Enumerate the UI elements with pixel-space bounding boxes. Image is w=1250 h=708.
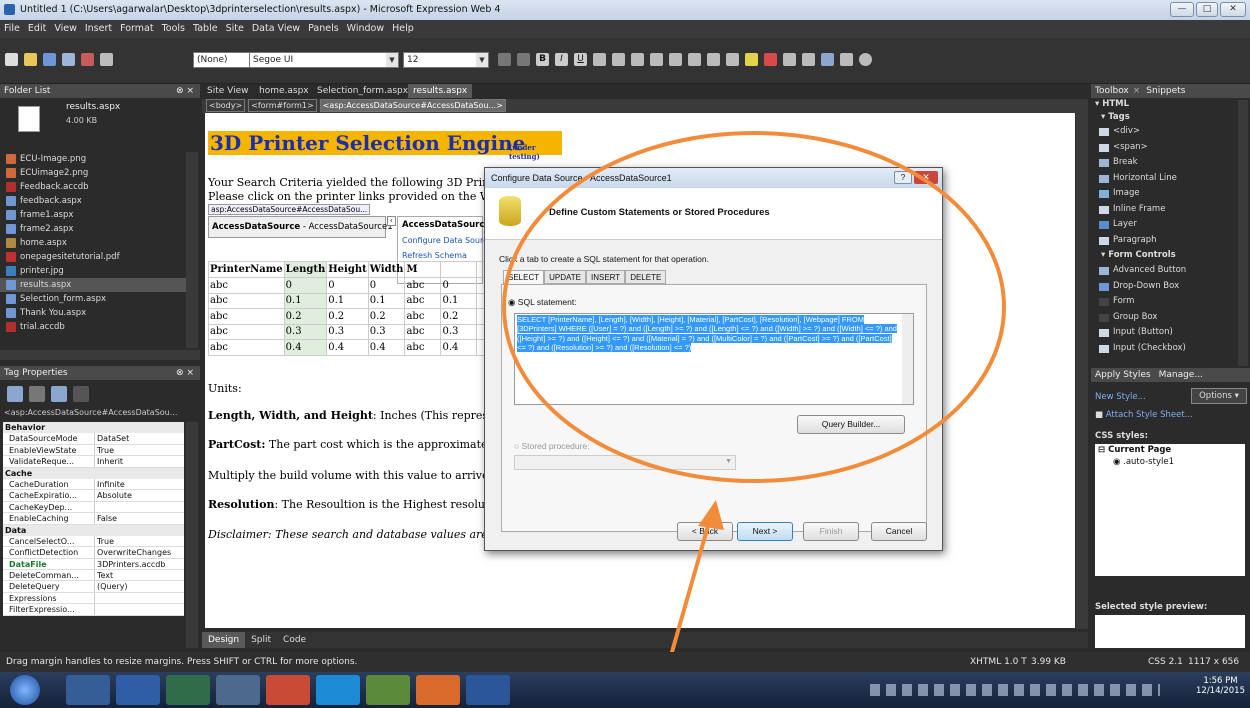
clock[interactable]: 1:56 PM 12/14/2015 [1196, 676, 1245, 696]
system-tray-icons[interactable] [870, 684, 1160, 696]
taskbar-app-1[interactable] [66, 675, 110, 705]
start-button[interactable] [10, 675, 40, 705]
word-icon[interactable] [466, 675, 510, 705]
status-bar: Drag margin handles to resize margins. P… [0, 652, 1250, 672]
annotation-arrow-head [698, 500, 724, 530]
annotation-ellipse [502, 131, 1006, 483]
page-dimensions[interactable]: 1117 x 656 [1188, 652, 1239, 672]
expression-web-task-icon[interactable] [366, 675, 410, 705]
clock-date: 12/14/2015 [1196, 686, 1245, 696]
taskbar-app-3[interactable] [166, 675, 210, 705]
css-level-indicator[interactable]: CSS 2.1 [1148, 652, 1183, 672]
doctype-indicator[interactable]: XHTML 1.0 T [970, 652, 1027, 672]
internet-explorer-icon[interactable] [116, 675, 160, 705]
file-explorer-icon[interactable] [216, 675, 260, 705]
status-message: Drag margin handles to resize margins. P… [6, 657, 358, 667]
windows-taskbar: 1:56 PM 12/14/2015 [0, 672, 1250, 708]
chrome-icon[interactable] [266, 675, 310, 705]
clock-time: 1:56 PM [1203, 676, 1238, 686]
powerpoint-icon[interactable] [416, 675, 460, 705]
skype-icon[interactable] [316, 675, 360, 705]
file-size-indicator: 3.99 KB [1031, 657, 1066, 667]
annotation-overlay [502, 131, 1006, 708]
